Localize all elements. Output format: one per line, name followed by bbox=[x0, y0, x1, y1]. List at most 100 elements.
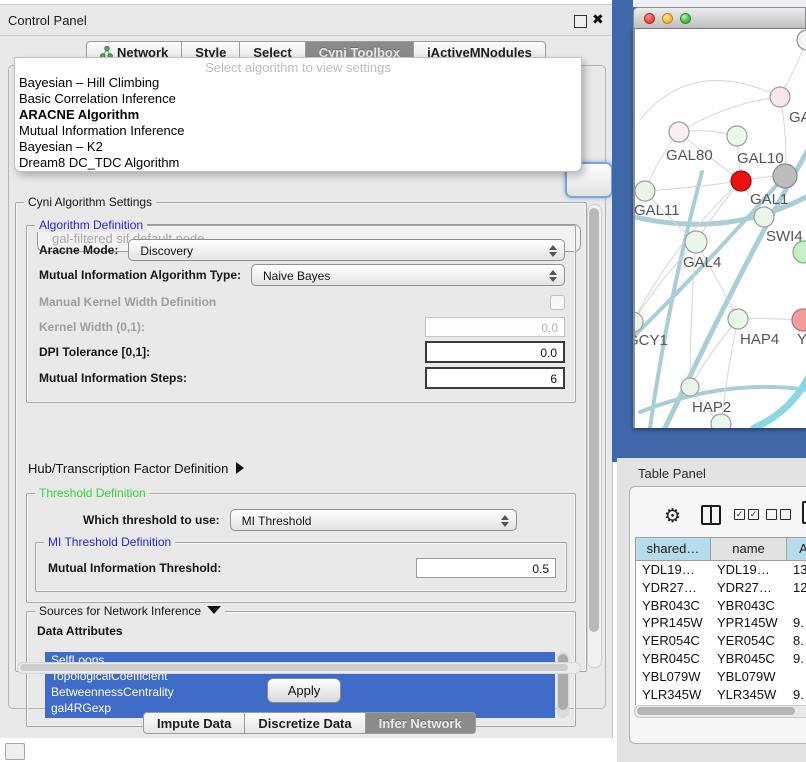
mi-algorithm-type-combo[interactable]: Naive Bayes bbox=[251, 264, 565, 286]
network-node-gal[interactable] bbox=[770, 87, 790, 107]
minimize-window-icon[interactable] bbox=[662, 13, 673, 24]
close-panel-icon[interactable]: ✖ bbox=[592, 11, 604, 28]
table-row[interactable]: YLR345WYLR345W9. bbox=[636, 686, 806, 704]
network-node-hap2[interactable] bbox=[681, 378, 699, 396]
table-cell[interactable]: YLR345W bbox=[711, 686, 787, 704]
table-row[interactable]: YDR27…YDR27…12 bbox=[636, 579, 806, 597]
mi-steps-field[interactable]: 6 bbox=[425, 367, 565, 389]
table-row[interactable]: YDL19…YDL19…13 bbox=[636, 561, 806, 579]
table-cell[interactable]: 8. bbox=[787, 632, 806, 650]
float-panel-icon[interactable] bbox=[574, 15, 587, 28]
new-table-icon[interactable] bbox=[802, 501, 806, 524]
network-node-gal1[interactable] bbox=[731, 171, 751, 191]
table-cell[interactable]: 12 bbox=[787, 579, 806, 597]
table-cell[interactable]: 9. bbox=[787, 686, 806, 704]
settings-horizontal-scrollbar[interactable] bbox=[17, 662, 581, 674]
node-label: Y bbox=[797, 331, 806, 348]
data-attributes-label: Data Attributes bbox=[37, 624, 123, 638]
table-cell[interactable]: YDL19… bbox=[711, 561, 787, 579]
column-header-shared-name[interactable]: shared… bbox=[636, 538, 711, 561]
gear-icon[interactable]: ⚙ bbox=[664, 505, 681, 528]
hub-definition-toggle[interactable]: Hub/Transcription Factor Definition bbox=[28, 461, 244, 476]
table-cell[interactable] bbox=[787, 668, 806, 686]
group-title: Sources for Network Inference bbox=[35, 604, 225, 618]
table-cell[interactable]: YER054C bbox=[636, 632, 711, 650]
columns-icon[interactable] bbox=[701, 505, 721, 525]
table-row[interactable]: YER054CYER054C8. bbox=[636, 632, 806, 650]
table-cell[interactable]: YBR043C bbox=[636, 597, 711, 615]
table-cell[interactable]: YDR27… bbox=[636, 579, 711, 597]
node-label: GCY1 bbox=[635, 332, 668, 349]
kernel-width-label: Kernel Width (0,1): bbox=[39, 320, 145, 334]
column-header-partial[interactable]: A bbox=[787, 538, 806, 561]
dropdown-item[interactable]: Mutual Information Inference bbox=[15, 123, 581, 139]
zoom-window-icon[interactable] bbox=[680, 13, 691, 24]
network-node-gal80[interactable] bbox=[669, 122, 689, 142]
table-cell[interactable]: YBR045C bbox=[711, 650, 787, 668]
table-horizontal-scrollbar[interactable] bbox=[634, 705, 806, 718]
tab-impute-data[interactable]: Impute Data bbox=[143, 712, 245, 734]
network-node-gal10[interactable] bbox=[727, 126, 747, 146]
collapsed-panel-button[interactable] bbox=[5, 743, 25, 760]
group-title: Algorithm Definition bbox=[35, 218, 147, 232]
network-node-y[interactable] bbox=[792, 309, 806, 331]
scrollbar-thumb[interactable] bbox=[637, 707, 795, 715]
table-row[interactable]: YPR145WYPR145W9. bbox=[636, 614, 806, 632]
network-node-gal4[interactable] bbox=[685, 231, 707, 253]
table-row[interactable]: YBR045CYBR045C9. bbox=[636, 650, 806, 668]
table-cell[interactable]: 9. bbox=[787, 614, 806, 632]
table-cell[interactable] bbox=[787, 597, 806, 615]
aracne-mode-combo[interactable]: Discovery bbox=[128, 239, 565, 261]
mi-threshold-label: Mutual Information Threshold: bbox=[48, 561, 221, 575]
dropdown-item[interactable]: ARACNE Algorithm bbox=[15, 107, 581, 123]
table-cell[interactable]: YBL079W bbox=[711, 668, 787, 686]
scrollbar-thumb[interactable] bbox=[589, 208, 599, 632]
network-window-titlebar[interactable] bbox=[633, 7, 806, 29]
tab-infer-network[interactable]: Infer Network bbox=[366, 712, 476, 734]
which-threshold-combo[interactable]: MI Threshold bbox=[230, 509, 517, 531]
column-header-name[interactable]: name bbox=[711, 538, 787, 561]
network-node-gal11[interactable] bbox=[635, 181, 655, 201]
checkbox-checked-icon[interactable]: ✓ bbox=[734, 509, 745, 520]
network-node[interactable] bbox=[754, 207, 774, 227]
table-cell[interactable]: 9. bbox=[787, 650, 806, 668]
network-node[interactable] bbox=[773, 164, 797, 188]
table-row[interactable]: YBL079WYBL079W bbox=[636, 668, 806, 686]
table-cell[interactable]: YDR27… bbox=[711, 579, 787, 597]
apply-button[interactable]: Apply bbox=[267, 678, 341, 703]
table-cell[interactable]: 13 bbox=[787, 561, 806, 579]
checkbox-unchecked-icon[interactable] bbox=[780, 509, 791, 520]
checkbox-unchecked-icon[interactable] bbox=[766, 509, 777, 520]
checkbox-checked-icon[interactable]: ✓ bbox=[748, 509, 759, 520]
table-cell[interactable]: YPR145W bbox=[636, 614, 711, 632]
manual-kernel-width-checkbox[interactable] bbox=[550, 295, 565, 310]
dropdown-item[interactable]: Bayesian – Hill Climbing bbox=[15, 75, 581, 91]
table-cell[interactable]: YBL079W bbox=[636, 668, 711, 686]
table-cell[interactable]: YLR345W bbox=[636, 686, 711, 704]
table-row[interactable]: YBR043CYBR043C bbox=[636, 597, 806, 615]
dropdown-item[interactable]: Bayesian – K2 bbox=[15, 139, 581, 155]
table-cell[interactable]: YBR045C bbox=[636, 650, 711, 668]
network-edge[interactable] bbox=[679, 97, 780, 132]
scrollbar-thumb[interactable] bbox=[20, 664, 568, 671]
table-cell[interactable]: YPR145W bbox=[711, 614, 787, 632]
stepper-icon bbox=[548, 269, 557, 283]
cyni-algorithm-settings-group: Cyni Algorithm Settings Algorithm Defini… bbox=[15, 202, 587, 672]
table-cell[interactable]: YER054C bbox=[711, 632, 787, 650]
settings-vertical-scrollbar[interactable] bbox=[587, 204, 602, 668]
network-node[interactable] bbox=[711, 414, 731, 428]
table-cell[interactable]: YDL19… bbox=[636, 561, 711, 579]
network-node-hap4[interactable] bbox=[728, 309, 748, 329]
node-table[interactable]: shared… name A YDL19…YDL19…13YDR27…YDR27… bbox=[635, 537, 806, 705]
mi-threshold-field[interactable]: 0.5 bbox=[416, 558, 556, 578]
close-window-icon[interactable] bbox=[644, 13, 655, 24]
dropdown-item[interactable]: Basic Correlation Inference bbox=[15, 91, 581, 107]
table-cell[interactable]: YBR043C bbox=[711, 597, 787, 615]
tab-discretize-data[interactable]: Discretize Data bbox=[245, 712, 365, 734]
dropdown-item[interactable]: Dream8 DC_TDC Algorithm bbox=[15, 155, 581, 171]
network-edge[interactable] bbox=[645, 181, 741, 191]
dpi-tolerance-field[interactable]: 0.0 bbox=[425, 341, 565, 363]
kernel-width-field[interactable]: 0.0 bbox=[425, 317, 565, 337]
network-node[interactable] bbox=[797, 30, 806, 50]
network-canvas[interactable]: GALGAL80GAL10GAL1SWI4GAL11GAL4GCY1HAP4YH… bbox=[633, 29, 806, 428]
